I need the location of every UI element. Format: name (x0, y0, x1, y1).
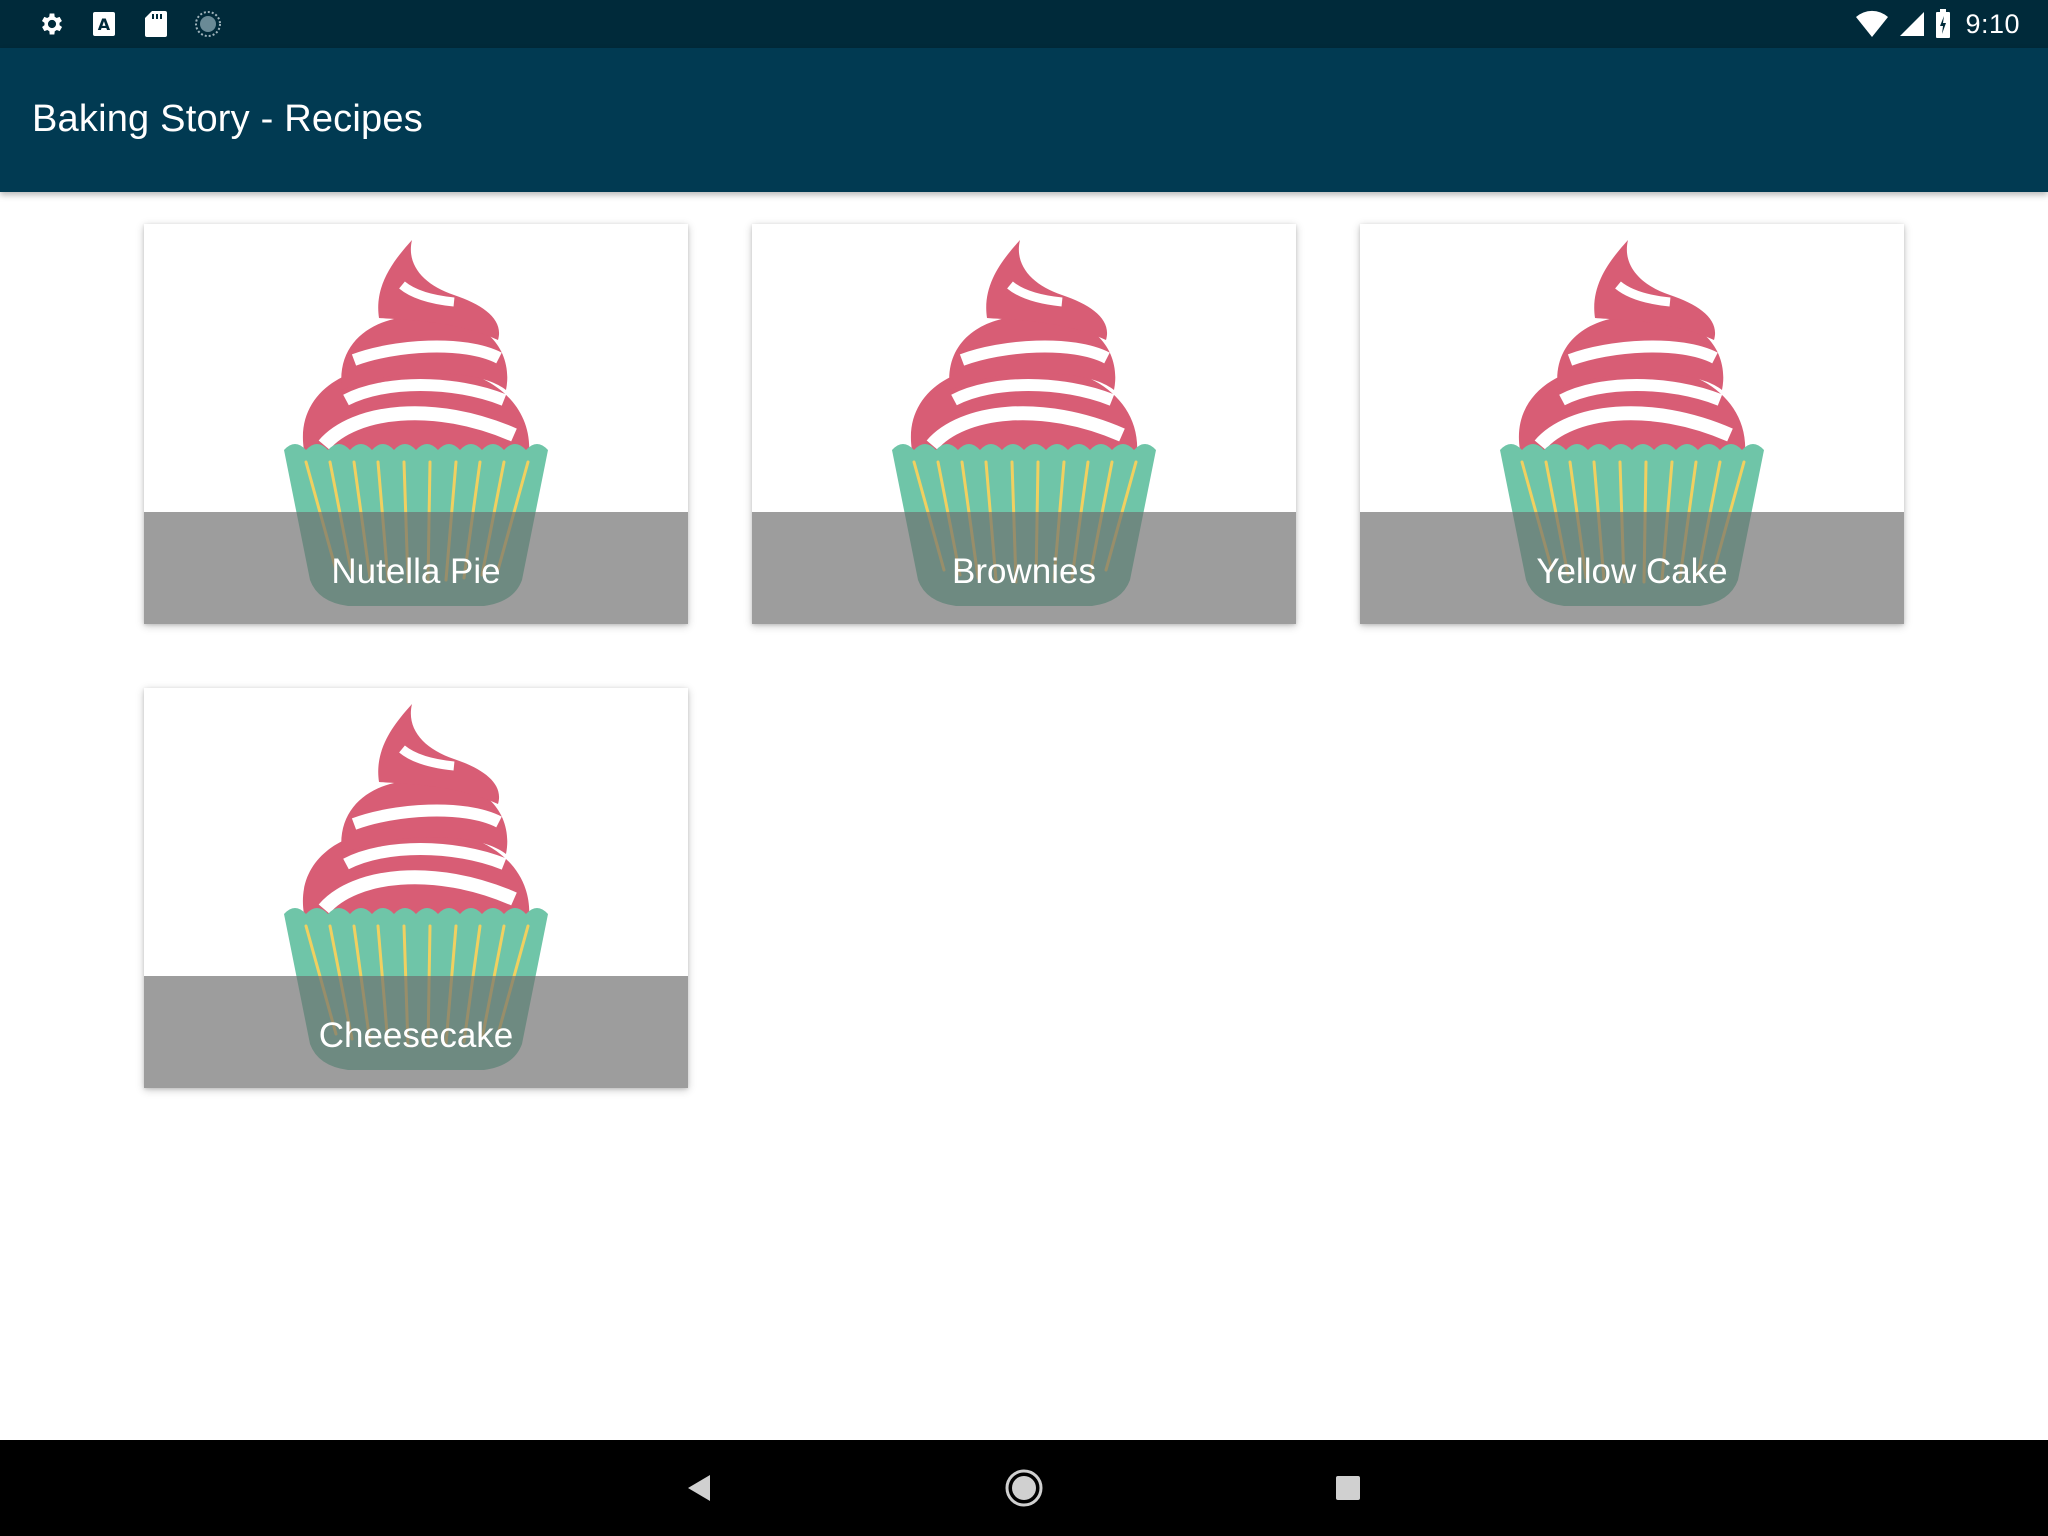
recipe-card-cheesecake[interactable]: Cheesecake (144, 688, 688, 1088)
sync-circle-icon (194, 10, 222, 38)
keyboard-a-icon: A (90, 10, 118, 38)
recipe-name: Cheesecake (318, 1016, 514, 1055)
battery-charging-icon (1935, 9, 1951, 39)
app-bar: Baking Story - Recipes (0, 48, 2048, 192)
recipe-card-yellow-cake[interactable]: Yellow Cake (1360, 224, 1904, 624)
app-title: Baking Story - Recipes (32, 98, 423, 140)
status-system-icons: 9:10 (1845, 8, 2020, 40)
home-icon[interactable] (1004, 1468, 1044, 1508)
svg-text:A: A (98, 15, 111, 34)
back-icon[interactable] (680, 1468, 720, 1508)
navigation-bar (0, 1440, 2048, 1536)
recipe-grid: Nutella Pie Brownies Yellow Cake Cheesec… (0, 192, 2048, 1440)
status-notification-icons: A (38, 10, 246, 38)
wifi-icon (1855, 10, 1889, 38)
settings-icon (38, 10, 66, 38)
cell-signal-icon (1899, 11, 1925, 37)
recents-icon[interactable] (1328, 1468, 1368, 1508)
status-clock: 9:10 (1965, 8, 2020, 39)
sd-card-icon (142, 10, 170, 38)
recipe-card-nutella-pie[interactable]: Nutella Pie (144, 224, 688, 624)
recipe-name: Yellow Cake (1536, 552, 1728, 591)
recipe-card-brownies[interactable]: Brownies (752, 224, 1296, 624)
recipe-name: Brownies (952, 552, 1096, 591)
recipe-name: Nutella Pie (331, 552, 501, 591)
status-bar: A 9:10 (0, 0, 2048, 48)
